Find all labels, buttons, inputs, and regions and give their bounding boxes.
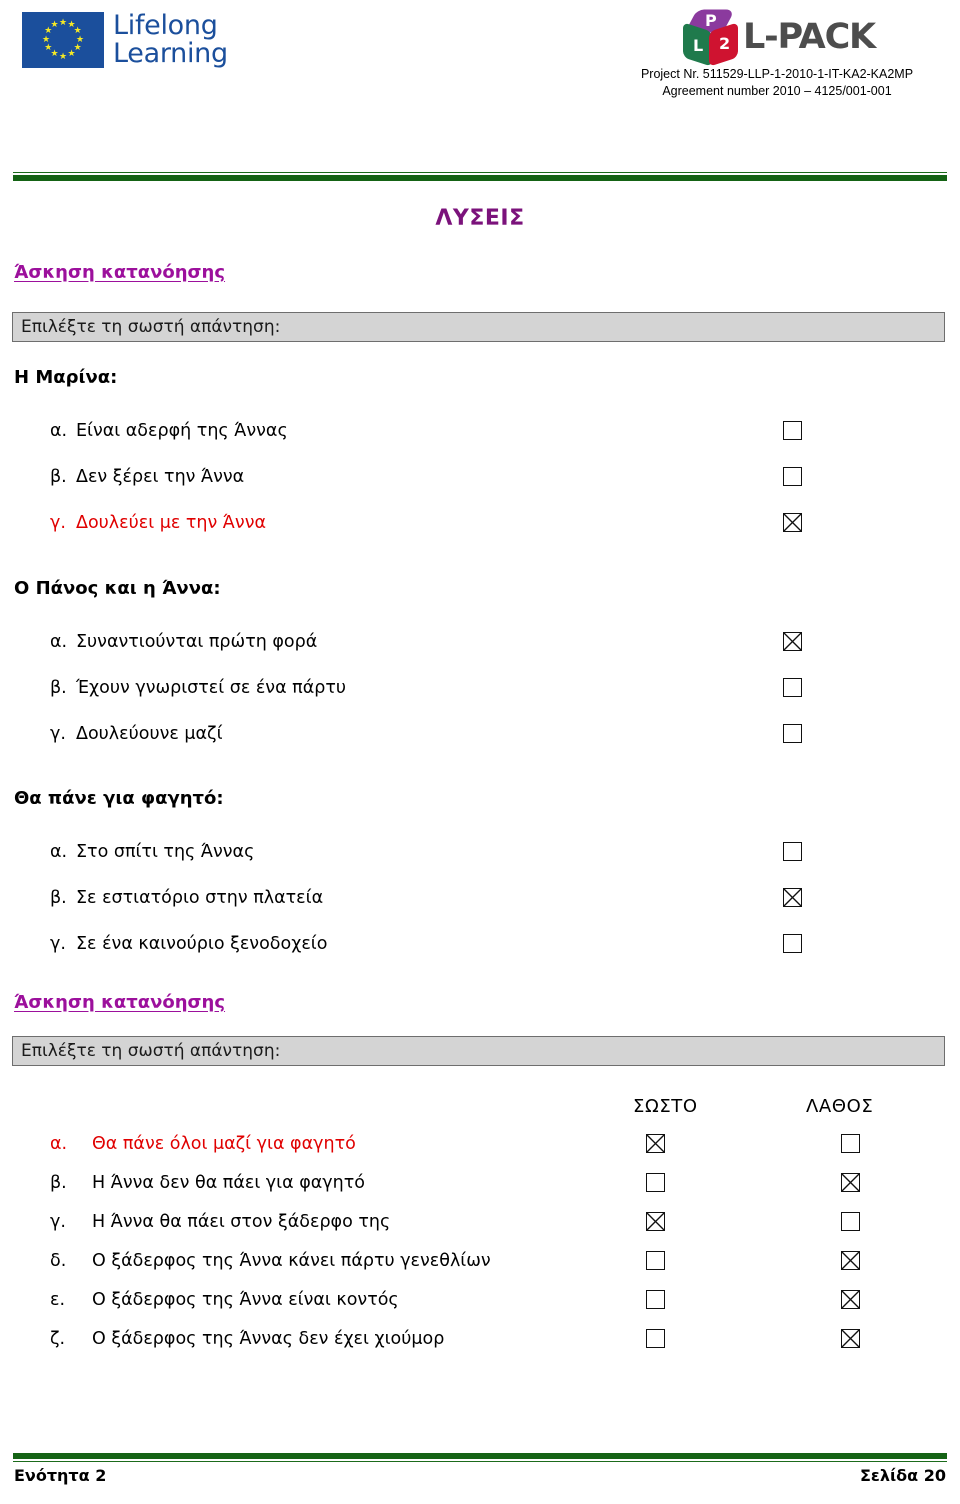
option-text: Σε εστιατόριο στην πλατεία [76, 888, 324, 908]
option-letter: α. [50, 842, 68, 862]
question-2-title: Ο Πάνος και η Άννα: [14, 578, 221, 599]
answer-checkbox[interactable] [783, 934, 802, 953]
question-1-title: Η Μαρίνα: [14, 367, 118, 388]
false-checkbox[interactable] [841, 1290, 860, 1309]
true-checkbox[interactable] [646, 1290, 665, 1309]
false-checkbox[interactable] [841, 1251, 860, 1270]
lpack-branding: P L 2 L-PACK Project Nr. 511529-LLP-1-20… [612, 8, 942, 100]
exercise-2-heading: Άσκηση κατανόησης [14, 992, 226, 1013]
eu-flag-icon: ★ ★ ★ ★ ★ ★ ★ ★ ★ ★ ★ ★ [22, 12, 104, 68]
cube-letter-l: L [693, 36, 704, 55]
exercise-1-heading: Άσκηση κατανόησης [14, 262, 226, 283]
eu-logo-line-1: Lifelong [113, 10, 218, 41]
option-letter: γ. [50, 513, 66, 533]
option-text: Σε ένα καινούριο ξενοδοχείο [76, 934, 328, 954]
row-statement-text: Η Άννα θα πάει στον ξάδερφο της [92, 1212, 391, 1232]
row-letter: ζ. [50, 1329, 66, 1349]
answer-checkbox[interactable] [783, 724, 802, 743]
option-text: Είναι αδερφή της Άννας [76, 421, 288, 441]
true-checkbox[interactable] [646, 1212, 665, 1231]
eu-lifelong-learning-logo: ★ ★ ★ ★ ★ ★ ★ ★ ★ ★ ★ ★ Lifelong Learning [22, 12, 228, 68]
exercise-2-instruction-text: Επιλέξτε τη σωστή απάντηση: [21, 1041, 281, 1061]
answer-checkbox[interactable] [783, 678, 802, 697]
agreement-number-line: Agreement number 2010 – 4125/001-001 [662, 84, 892, 98]
true-false-row[interactable]: β. Η Άννα δεν θα πάει για φαγητό [50, 1168, 365, 1198]
cube-letter-2: 2 [719, 34, 731, 53]
row-letter: β. [50, 1173, 67, 1193]
lpack-logo: P L 2 L-PACK [612, 8, 942, 67]
answer-checkbox[interactable] [783, 632, 802, 651]
true-false-row[interactable]: α. Θα πάνε όλοι μαζί για φαγητό [50, 1129, 356, 1159]
footer-divider-thin-line [13, 1461, 947, 1462]
true-checkbox[interactable] [646, 1134, 665, 1153]
eu-star-icon: ★ [50, 19, 59, 30]
false-checkbox[interactable] [841, 1173, 860, 1192]
eu-star-icon: ★ [41, 34, 51, 45]
option-letter: α. [50, 632, 68, 652]
eu-star-icon: ★ [67, 49, 76, 60]
eu-star-icon: ★ [44, 43, 53, 53]
option-letter: β. [50, 678, 67, 698]
false-checkbox[interactable] [841, 1329, 860, 1348]
true-checkbox[interactable] [646, 1251, 665, 1270]
footer-page-label: Σελίδα 20 [859, 1466, 946, 1485]
option-text: Δουλεύουνε μαζί [76, 724, 223, 744]
row-statement-text: Ο ξάδερφος της Άννα κάνει πάρτυ γενεθλίω… [92, 1251, 491, 1271]
row-statement-text: Η Άννα δεν θα πάει για φαγητό [92, 1173, 365, 1193]
row-letter: γ. [50, 1212, 66, 1232]
true-false-row[interactable]: ζ. Ο ξάδερφος της Άννας δεν έχει χιούμορ [50, 1324, 444, 1354]
option-text: Συναντιούνται πρώτη φορά [76, 632, 318, 652]
option-text: Στο σπίτι της Άννας [76, 842, 255, 862]
column-header-false: ΛΑΘΟΣ [806, 1096, 874, 1117]
divider-thick-line [13, 175, 947, 181]
option-letter: α. [50, 421, 68, 441]
true-false-row[interactable]: γ. Η Άννα θα πάει στον ξάδερφο της [50, 1207, 390, 1237]
option-letter: β. [50, 467, 67, 487]
answer-checkbox[interactable] [783, 842, 802, 861]
footer-divider [13, 1453, 947, 1462]
row-letter: δ. [50, 1251, 67, 1271]
true-checkbox[interactable] [646, 1329, 665, 1348]
lpack-cube-icon: P L 2 [679, 8, 741, 67]
option-letter: β. [50, 888, 67, 908]
exercise-1-instruction-bar: Επιλέξτε τη σωστή απάντηση: [12, 312, 945, 342]
row-statement-text: Θα πάνε όλοι μαζί για φαγητό [92, 1134, 356, 1154]
row-letter: α. [50, 1134, 68, 1154]
column-header-true: ΣΩΣΤΟ [633, 1096, 698, 1117]
header-divider [13, 172, 947, 181]
project-number-line: Project Nr. 511529-LLP-1-2010-1-IT-KA2-K… [640, 67, 914, 81]
footer-unit-label: Ενότητα 2 [14, 1466, 107, 1485]
answer-checkbox[interactable] [783, 467, 802, 486]
answer-checkbox[interactable] [783, 421, 802, 440]
option-text: Δουλεύει με την Άννα [76, 513, 267, 533]
page-title: ΛΥΣΕΙΣ [435, 206, 525, 231]
row-statement-text: Ο ξάδερφος της Άννα είναι κοντός [92, 1290, 399, 1310]
true-checkbox[interactable] [646, 1173, 665, 1192]
row-statement-text: Ο ξάδερφος της Άννας δεν έχει χιούμορ [92, 1329, 445, 1349]
answer-checkbox[interactable] [783, 513, 802, 532]
false-checkbox[interactable] [841, 1134, 860, 1153]
page-header: ★ ★ ★ ★ ★ ★ ★ ★ ★ ★ ★ ★ Lifelong Learning P L 2 L-P… [0, 0, 960, 165]
lpack-wordmark: L-PACK [743, 17, 876, 57]
exercise-2-instruction-bar: Επιλέξτε τη σωστή απάντηση: [12, 1036, 945, 1066]
option-letter: γ. [50, 724, 66, 744]
option-text: Δεν ξέρει την Άννα [76, 467, 245, 487]
option-letter: γ. [50, 934, 66, 954]
question-3-title: Θα πάνε για φαγητό: [14, 788, 224, 809]
false-checkbox[interactable] [841, 1212, 860, 1231]
eu-logo-wordmark: Lifelong Learning [113, 12, 228, 68]
cube-letter-p: P [705, 11, 717, 30]
row-letter: ε. [50, 1290, 66, 1310]
true-false-row[interactable]: ε. Ο ξάδερφος της Άννα είναι κοντός [50, 1285, 399, 1315]
true-false-row[interactable]: δ. Ο ξάδερφος της Άννα κάνει πάρτυ γενεθλ… [50, 1246, 491, 1276]
eu-star-icon: ★ [58, 51, 68, 62]
exercise-1-instruction-text: Επιλέξτε τη σωστή απάντηση: [21, 317, 281, 337]
answer-checkbox[interactable] [783, 888, 802, 907]
eu-logo-line-2: Learning [113, 38, 228, 69]
option-text: Έχουν γνωριστεί σε ένα πάρτυ [76, 678, 347, 698]
